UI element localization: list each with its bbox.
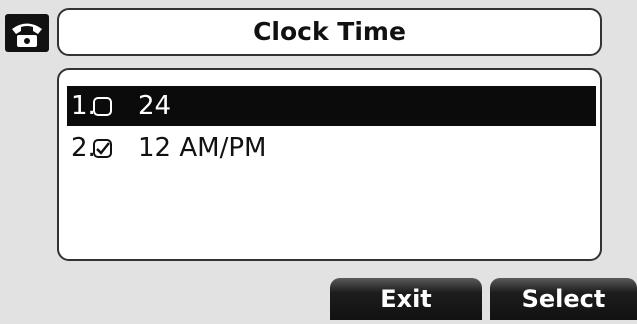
list-item-24-hour[interactable]: 1. 24 xyxy=(67,86,596,126)
phone-handset-icon xyxy=(5,14,49,52)
checked-box-icon xyxy=(93,139,112,158)
unchecked-box-icon xyxy=(93,97,112,116)
options-list: 1. 24 2. 12 AM/PM xyxy=(57,68,602,261)
select-softkey[interactable]: Select xyxy=(490,278,637,320)
exit-softkey[interactable]: Exit xyxy=(330,278,482,320)
item-label: 24 xyxy=(138,91,172,121)
screen-title: Clock Time xyxy=(57,8,602,56)
item-label: 12 AM/PM xyxy=(138,133,267,163)
list-item-12-hour[interactable]: 2. 12 AM/PM xyxy=(67,128,596,168)
